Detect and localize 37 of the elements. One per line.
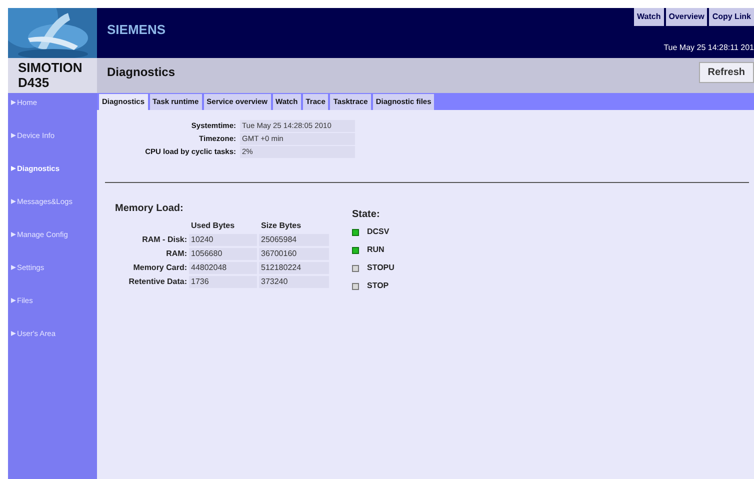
triangle-icon [11, 265, 16, 270]
table-cell: 1056680 [189, 248, 257, 260]
table-cell: 36700160 [259, 248, 329, 260]
page-title: Diagnostics [107, 64, 176, 80]
table-cell: 1736 [189, 276, 257, 288]
column-header: Size Bytes [260, 220, 302, 232]
status-label: DCSV [367, 226, 390, 238]
triangle-icon [11, 166, 16, 171]
triangle-icon [11, 100, 16, 105]
triangle-icon [11, 298, 16, 303]
status-label: STOP [367, 280, 389, 292]
date-time: Tue May 25 14:28:11 201 [664, 42, 754, 54]
section-title: State: [352, 208, 381, 222]
row-label: Retentive Data: [128, 276, 187, 288]
header-link[interactable]: Overview [666, 8, 708, 26]
device-model: D435 [18, 75, 50, 90]
brand-name: SIEMENS [107, 21, 166, 39]
table-cell: 373240 [259, 276, 329, 288]
table-cell: 10240 [189, 234, 257, 246]
triangle-icon [11, 199, 16, 204]
row-label: RAM: [165, 248, 187, 260]
triangle-icon [11, 133, 16, 138]
table-cell: 44802048 [189, 262, 257, 274]
row-label: RAM - Disk: [141, 234, 187, 246]
column-header: Used Bytes [190, 220, 236, 232]
device-name: SIMOTION [18, 60, 84, 75]
table-cell: 25065984 [259, 234, 329, 246]
row-label: Memory Card: [132, 262, 187, 274]
header-link[interactable]: Watch [634, 8, 664, 26]
triangle-icon [11, 232, 16, 237]
status-label: RUN [367, 244, 384, 256]
table-cell: 512180224 [259, 262, 329, 274]
section-title: Memory Load: [115, 202, 184, 216]
triangle-icon [11, 331, 16, 336]
refresh-button[interactable]: Refresh [698, 62, 754, 83]
header-link[interactable]: Copy Link [709, 8, 754, 26]
status-label: STOPU [367, 262, 394, 274]
